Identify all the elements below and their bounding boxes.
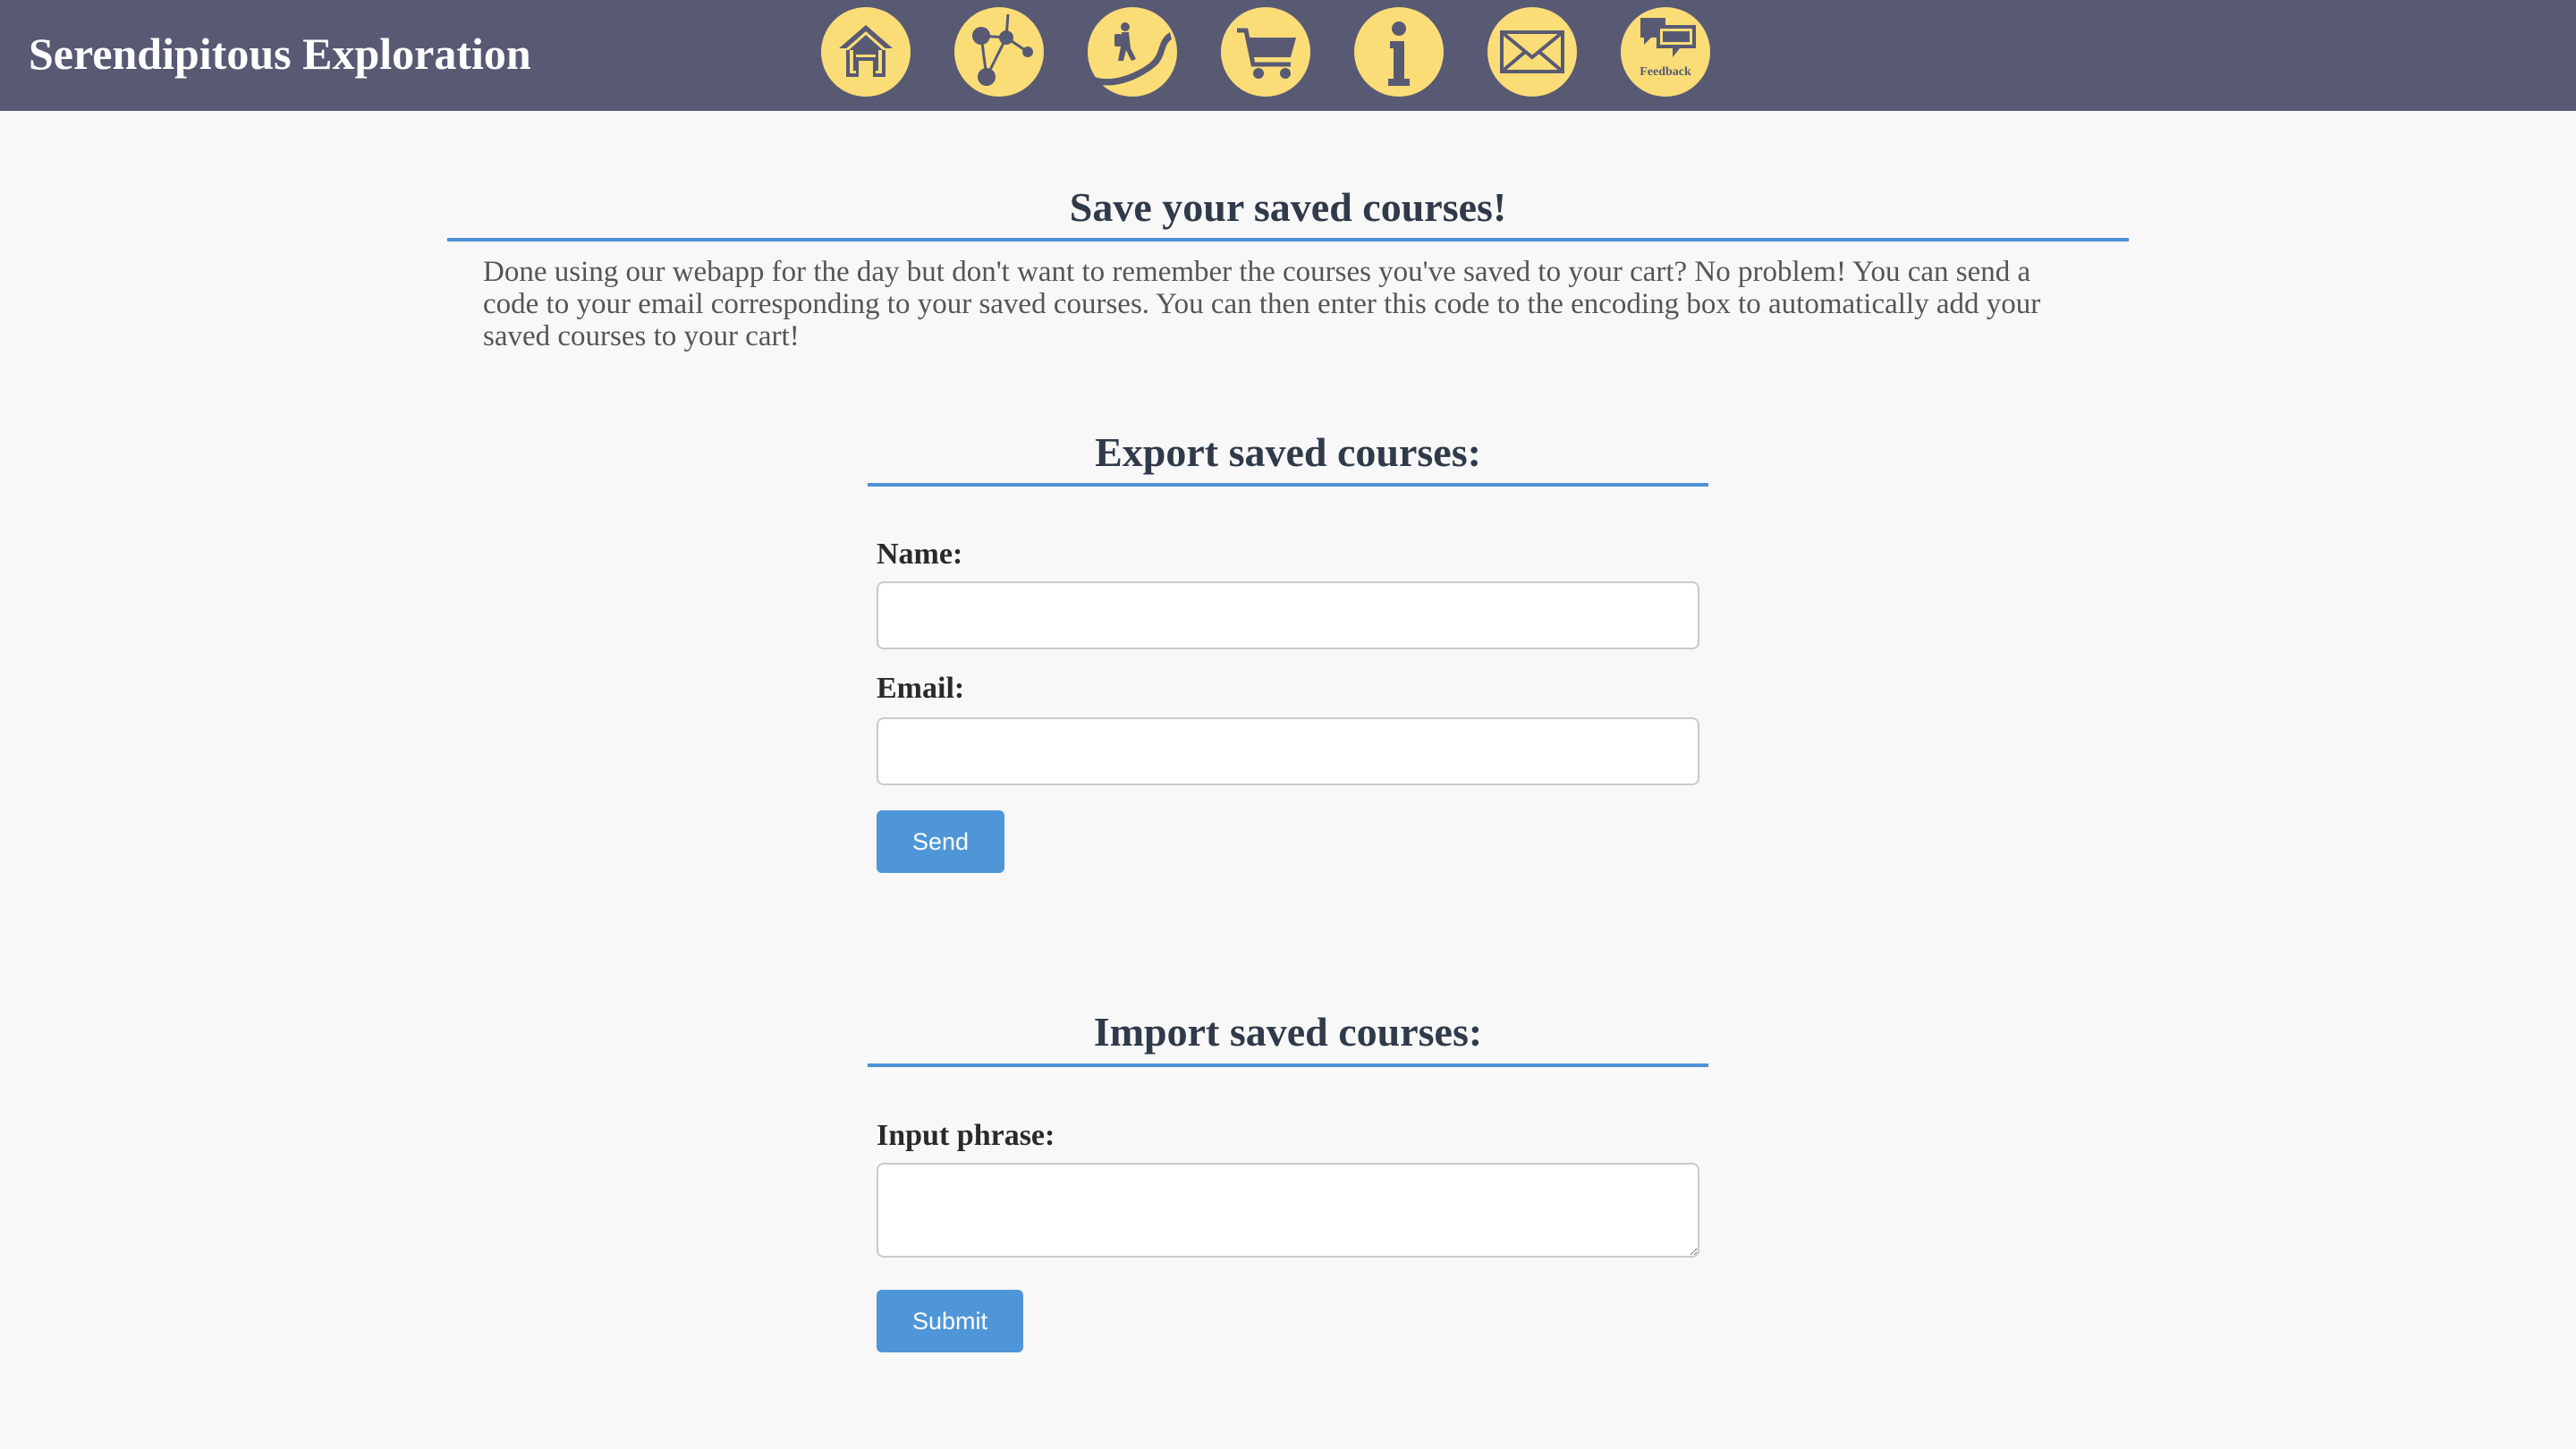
submit-button[interactable]: Submit bbox=[877, 1290, 1024, 1352]
hiker-path-icon bbox=[1095, 22, 1172, 86]
export-divider bbox=[868, 483, 1708, 487]
feedback-icon-label: Feedback bbox=[1640, 65, 1691, 79]
title-divider bbox=[447, 238, 2129, 242]
network-graph-icon bbox=[972, 13, 1033, 86]
site-brand[interactable]: Serendipitous Exploration bbox=[29, 25, 531, 82]
import-divider bbox=[868, 1063, 1708, 1067]
email-input[interactable] bbox=[877, 717, 1699, 785]
nav-path-button[interactable] bbox=[1088, 7, 1177, 97]
import-title: Import saved courses: bbox=[1093, 1009, 1483, 1055]
intro-text: Done using our webapp for the day but do… bbox=[483, 256, 2041, 352]
home-icon bbox=[839, 25, 893, 77]
info-icon bbox=[1388, 21, 1410, 86]
nav-mail-button[interactable] bbox=[1487, 7, 1577, 97]
nav-network-button[interactable] bbox=[954, 7, 1044, 97]
nav-info-button[interactable] bbox=[1354, 7, 1444, 97]
nav-cart-button[interactable] bbox=[1221, 7, 1310, 97]
input-phrase-label: Input phrase: bbox=[877, 1119, 1055, 1152]
feedback-icon: Feedback bbox=[1640, 18, 1696, 79]
email-label: Email: bbox=[877, 672, 965, 705]
send-button[interactable]: Send bbox=[877, 810, 1005, 873]
input-phrase-textarea[interactable] bbox=[877, 1163, 1699, 1258]
page-title: Save your saved courses! bbox=[1069, 184, 1507, 230]
nav-home-button[interactable] bbox=[821, 7, 911, 97]
envelope-icon bbox=[1500, 30, 1564, 73]
shopping-cart-icon bbox=[1237, 28, 1296, 79]
top-navbar: Serendipitous Exploration Feedback bbox=[0, 0, 2576, 111]
name-label: Name: bbox=[877, 538, 963, 571]
nav-feedback-button[interactable]: Feedback bbox=[1621, 7, 1710, 97]
export-title: Export saved courses: bbox=[1095, 429, 1481, 475]
name-input[interactable] bbox=[877, 581, 1699, 649]
